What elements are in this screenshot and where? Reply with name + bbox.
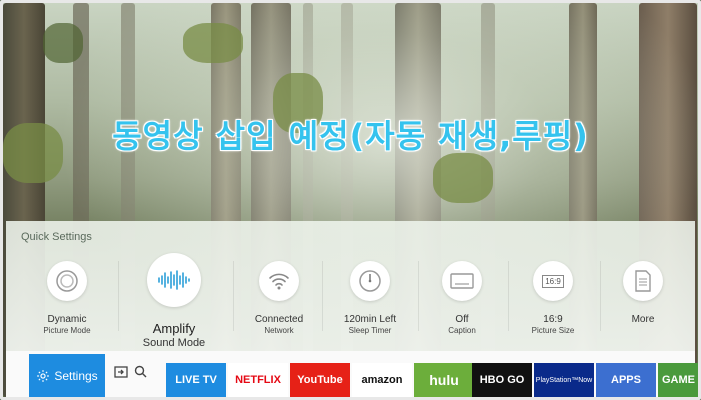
- quick-setting-name: Sleep Timer: [348, 326, 392, 335]
- document-icon: [623, 261, 663, 301]
- app-label: LIVE TV: [175, 374, 217, 386]
- video-placeholder-title: 동영상 삽입 예정(자동 재생,루핑): [112, 117, 589, 155]
- gear-icon: [37, 369, 50, 382]
- quick-setting-name: Picture Size: [531, 326, 575, 335]
- app-hulu[interactable]: hulu: [414, 363, 474, 397]
- quick-setting-value: Amplify: [152, 321, 196, 336]
- app-youtube[interactable]: YouTube: [290, 363, 350, 397]
- quick-settings-panel: Quick Settings Dynamic Picture Mode Ampl…: [6, 221, 695, 351]
- quick-setting-value: 120min Left: [343, 314, 397, 325]
- quick-setting-value: Connected: [254, 314, 304, 325]
- quick-setting-more[interactable]: More: [597, 253, 689, 343]
- app-label: APPS: [611, 374, 641, 386]
- quick-setting-sound-mode[interactable]: Amplify Sound Mode: [128, 253, 220, 349]
- quick-setting-picture-mode[interactable]: Dynamic Picture Mode: [21, 253, 113, 343]
- aspect-ratio-icon: 16:9: [533, 261, 573, 301]
- caption-icon: [442, 261, 482, 301]
- app-hbo-go[interactable]: HBO GO: [472, 363, 532, 397]
- app-label: amazon: [361, 374, 403, 386]
- aspect-ratio-badge: 16:9: [542, 274, 564, 288]
- quick-setting-name: Sound Mode: [142, 337, 206, 349]
- soundwave-icon: [147, 253, 201, 307]
- wifi-icon: [259, 261, 299, 301]
- app-netflix[interactable]: NETFLIX: [228, 363, 288, 397]
- quick-setting-caption[interactable]: Off Caption: [416, 253, 508, 343]
- quick-setting-value: More: [631, 314, 655, 325]
- app-live-tv[interactable]: LIVE TV: [166, 363, 226, 397]
- app-label: NETFLIX: [235, 374, 281, 386]
- source-icon[interactable]: [114, 365, 128, 378]
- quick-setting-name: Network: [264, 326, 294, 335]
- app-playstation-now[interactable]: PlayStation™Now: [534, 363, 594, 397]
- quick-setting-value: 16:9: [543, 314, 563, 325]
- app-amazon[interactable]: amazon: [352, 363, 412, 397]
- app-label: YouTube: [297, 374, 343, 386]
- app-label: hulu: [429, 372, 459, 388]
- app-game[interactable]: GAME: [658, 363, 698, 397]
- app-apps[interactable]: APPS: [596, 363, 656, 397]
- quick-setting-name: Caption: [448, 326, 476, 335]
- quick-setting-sleep-timer[interactable]: 120min Left Sleep Timer: [324, 253, 416, 343]
- search-icon[interactable]: [134, 365, 147, 378]
- dynamic-icon: [47, 261, 87, 301]
- divider: [322, 261, 323, 331]
- clock-icon: [350, 261, 390, 301]
- app-label: GAME: [662, 374, 695, 386]
- quick-settings-title: Quick Settings: [21, 231, 92, 243]
- app-label: PlayStation™Now: [535, 376, 593, 384]
- tv-screen: 동영상 삽입 예정(자동 재생,루핑) Quick Settings Dynam…: [0, 0, 701, 400]
- launcher-bar: Settings LIVE TV NETFLIX YouTube amazon …: [6, 351, 698, 397]
- app-label: HBO GO: [479, 374, 525, 386]
- settings-label: Settings: [54, 368, 98, 383]
- settings-button[interactable]: Settings: [29, 354, 105, 397]
- quick-setting-picture-size[interactable]: 16:9 16:9 Picture Size: [507, 253, 599, 343]
- quick-setting-value: Dynamic: [47, 314, 87, 325]
- quick-setting-value: Off: [455, 314, 469, 325]
- source-and-search: [114, 365, 147, 378]
- quick-setting-network[interactable]: Connected Network: [233, 253, 325, 343]
- quick-setting-name: Picture Mode: [43, 326, 91, 335]
- divider: [118, 261, 119, 331]
